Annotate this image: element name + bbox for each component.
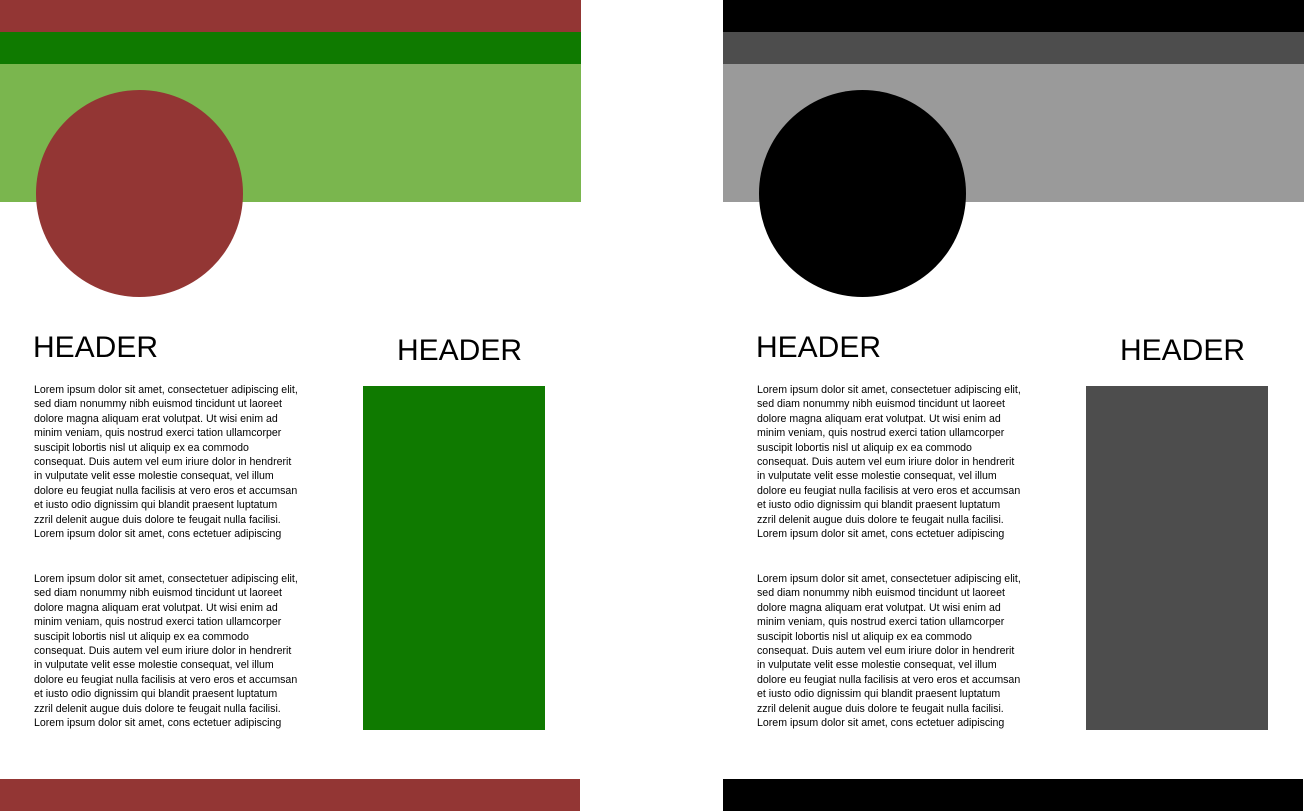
bottom-bar [0,779,580,811]
circle-shape [36,90,243,297]
secondary-bar [0,32,581,64]
header-right: HEADER [1120,334,1246,367]
sidebar-rectangle [363,386,545,730]
body-paragraph-1: Lorem ipsum dolor sit amet, consectetuer… [34,384,298,541]
body-paragraph-1: Lorem ipsum dolor sit amet, consectetuer… [757,384,1021,541]
top-bar [0,0,581,32]
body-paragraph-2: Lorem ipsum dolor sit amet, consectetuer… [34,573,298,730]
top-bar [723,0,1304,32]
header-left: HEADER [33,331,159,364]
grayscale-layout-panel: HEADER HEADER Lorem ipsum dolor sit amet… [723,0,1304,811]
header-left: HEADER [756,331,882,364]
body-paragraph-2: Lorem ipsum dolor sit amet, consectetuer… [757,573,1021,730]
bottom-bar [723,779,1303,811]
header-right: HEADER [397,334,523,367]
secondary-bar [723,32,1304,64]
color-layout-panel: HEADER HEADER Lorem ipsum dolor sit amet… [0,0,582,811]
sidebar-rectangle [1086,386,1268,730]
circle-shape [759,90,966,297]
